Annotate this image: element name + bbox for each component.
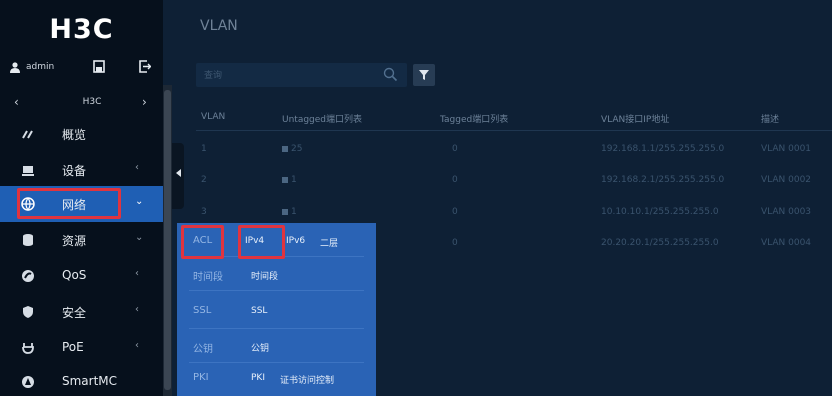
poe-icon xyxy=(22,343,34,354)
flyout-item-cert-access-control[interactable]: 证书访问控制 xyxy=(280,373,334,386)
nav-item-network[interactable]: 网络 ⌄ xyxy=(0,186,163,222)
flyout-divider xyxy=(189,256,364,257)
column-header-tagged[interactable]: Tagged端口列表 xyxy=(440,112,508,125)
flyout-category-pki[interactable]: PKI xyxy=(193,372,209,383)
filter-icon xyxy=(419,70,429,80)
cell-desc: VLAN 0003 xyxy=(761,207,812,217)
column-header-untagged[interactable]: Untagged端口列表 xyxy=(282,112,362,125)
column-header-ip[interactable]: VLAN接口IP地址 xyxy=(601,112,669,125)
flyout-category-time-range[interactable]: 时间段 xyxy=(193,268,223,283)
device-icon xyxy=(22,166,34,176)
flyout-category-acl[interactable]: ACL xyxy=(193,235,212,246)
cell-untagged: 1 xyxy=(282,207,297,217)
nav-item-device[interactable]: 设备 ‹ xyxy=(0,152,163,188)
flyout-divider xyxy=(189,290,364,291)
smartmc-icon xyxy=(22,376,34,388)
cell-ip: 10.10.10.1/255.255.255.0 xyxy=(601,207,719,217)
cell-tagged: 0 xyxy=(452,207,458,217)
flyout-divider xyxy=(189,328,364,329)
flyout-item-ipv4[interactable]: IPv4 xyxy=(245,236,264,246)
search-box[interactable]: 查询 xyxy=(196,63,407,87)
search-icon[interactable] xyxy=(383,67,398,82)
nav-item-security[interactable]: 安全 ‹ xyxy=(0,294,163,330)
cell-tagged: 0 xyxy=(452,144,458,154)
nav-item-resources[interactable]: 资源 ⌄ xyxy=(0,222,163,258)
cell-untagged-text: 25 xyxy=(291,144,303,154)
nav-label: 资源 xyxy=(62,234,87,248)
cell-untagged-text: 1 xyxy=(291,175,297,185)
cell-ip: 192.168.1.1/255.255.255.0 xyxy=(601,144,725,154)
qos-icon xyxy=(22,270,34,282)
nav-item-poe[interactable]: PoE ‹ xyxy=(0,330,163,366)
save-icon[interactable] xyxy=(93,60,105,73)
cell-vlan: 3 xyxy=(201,207,207,217)
nav-item-smartmc[interactable]: SmartMC xyxy=(0,364,163,396)
cell-tagged: 0 xyxy=(452,238,458,248)
globe-icon xyxy=(21,197,35,211)
flyout-item-ssl[interactable]: SSL xyxy=(251,306,267,316)
column-header-vlan[interactable]: VLAN xyxy=(201,112,225,122)
flyout-item-ipv6[interactable]: IPv6 xyxy=(286,236,305,246)
logout-icon[interactable] xyxy=(139,60,151,73)
flyout-item-layer2[interactable]: 二层 xyxy=(320,236,338,249)
header-divider xyxy=(196,130,832,131)
nav-label: 网络 xyxy=(62,198,87,212)
brand-logo: H3C xyxy=(49,14,114,45)
port-icon xyxy=(282,176,288,183)
nav-item-qos[interactable]: QoS ‹ xyxy=(0,258,163,294)
port-icon xyxy=(282,145,288,152)
nav-label: PoE xyxy=(62,340,84,354)
chevron-left-icon: ‹ xyxy=(135,340,139,351)
nav-label: SmartMC xyxy=(62,374,118,388)
chevron-down-icon: ⌄ xyxy=(135,232,144,243)
nav-label: 概览 xyxy=(62,128,87,142)
sidebar-scroll-thumb[interactable] xyxy=(164,90,171,390)
collapse-arrow-icon xyxy=(176,169,181,177)
flyout-divider xyxy=(189,362,364,363)
username[interactable]: admin xyxy=(26,62,54,72)
column-header-desc[interactable]: 描述 xyxy=(761,112,779,125)
cell-untagged: 25 xyxy=(282,144,302,154)
port-icon xyxy=(282,208,288,215)
device-switcher: ‹ H3C › xyxy=(0,93,163,113)
cell-desc: VLAN 0004 xyxy=(761,238,812,248)
user-bar: admin xyxy=(0,56,163,80)
cell-desc: VLAN 0002 xyxy=(761,175,812,185)
cell-untagged-text: 1 xyxy=(291,207,297,217)
page-title: VLAN xyxy=(200,18,238,34)
device-name: H3C xyxy=(82,97,102,107)
next-device-icon[interactable]: › xyxy=(142,95,147,109)
nav-label: QoS xyxy=(62,268,87,282)
cell-desc: VLAN 0001 xyxy=(761,144,812,154)
filter-button[interactable] xyxy=(413,64,435,86)
flyout-category-ssl[interactable]: SSL xyxy=(193,305,211,316)
cell-ip: 192.168.2.1/255.255.255.0 xyxy=(601,175,725,185)
nav-label: 设备 xyxy=(62,164,87,178)
dashboard-icon xyxy=(22,130,33,139)
chevron-left-icon: ‹ xyxy=(135,304,139,315)
cell-vlan: 2 xyxy=(201,175,207,185)
user-icon[interactable] xyxy=(10,62,20,73)
chevron-left-icon: ‹ xyxy=(135,162,139,173)
app-window: H3C admin ‹ H3C › 概览 设备 ‹ 网络 ⌄ 资源 ⌄ QoS … xyxy=(0,0,832,396)
search-input[interactable]: 查询 xyxy=(204,68,222,81)
flyout-item-public-key[interactable]: 公钥 xyxy=(251,341,269,354)
chevron-down-icon: ⌄ xyxy=(135,196,144,207)
nav-label: 安全 xyxy=(62,306,87,320)
cell-vlan: 1 xyxy=(201,144,207,154)
flyout-category-public-key[interactable]: 公钥 xyxy=(193,340,213,355)
flyout-item-pki[interactable]: PKI xyxy=(251,373,265,383)
cell-tagged: 0 xyxy=(452,175,458,185)
cell-ip: 20.20.20.1/255.255.255.0 xyxy=(601,238,719,248)
chevron-left-icon: ‹ xyxy=(135,268,139,279)
cell-untagged: 1 xyxy=(282,175,297,185)
database-icon xyxy=(23,234,33,246)
resources-flyout-menu: ACL IPv4 IPv6 二层 时间段 时间段 SSL SSL 公钥 公钥 P… xyxy=(177,223,376,396)
flyout-item-time-range[interactable]: 时间段 xyxy=(251,269,278,282)
sidebar: H3C admin ‹ H3C › 概览 设备 ‹ 网络 ⌄ 资源 ⌄ QoS … xyxy=(0,0,163,396)
shield-icon xyxy=(23,306,33,318)
nav-item-overview[interactable]: 概览 xyxy=(0,116,163,152)
